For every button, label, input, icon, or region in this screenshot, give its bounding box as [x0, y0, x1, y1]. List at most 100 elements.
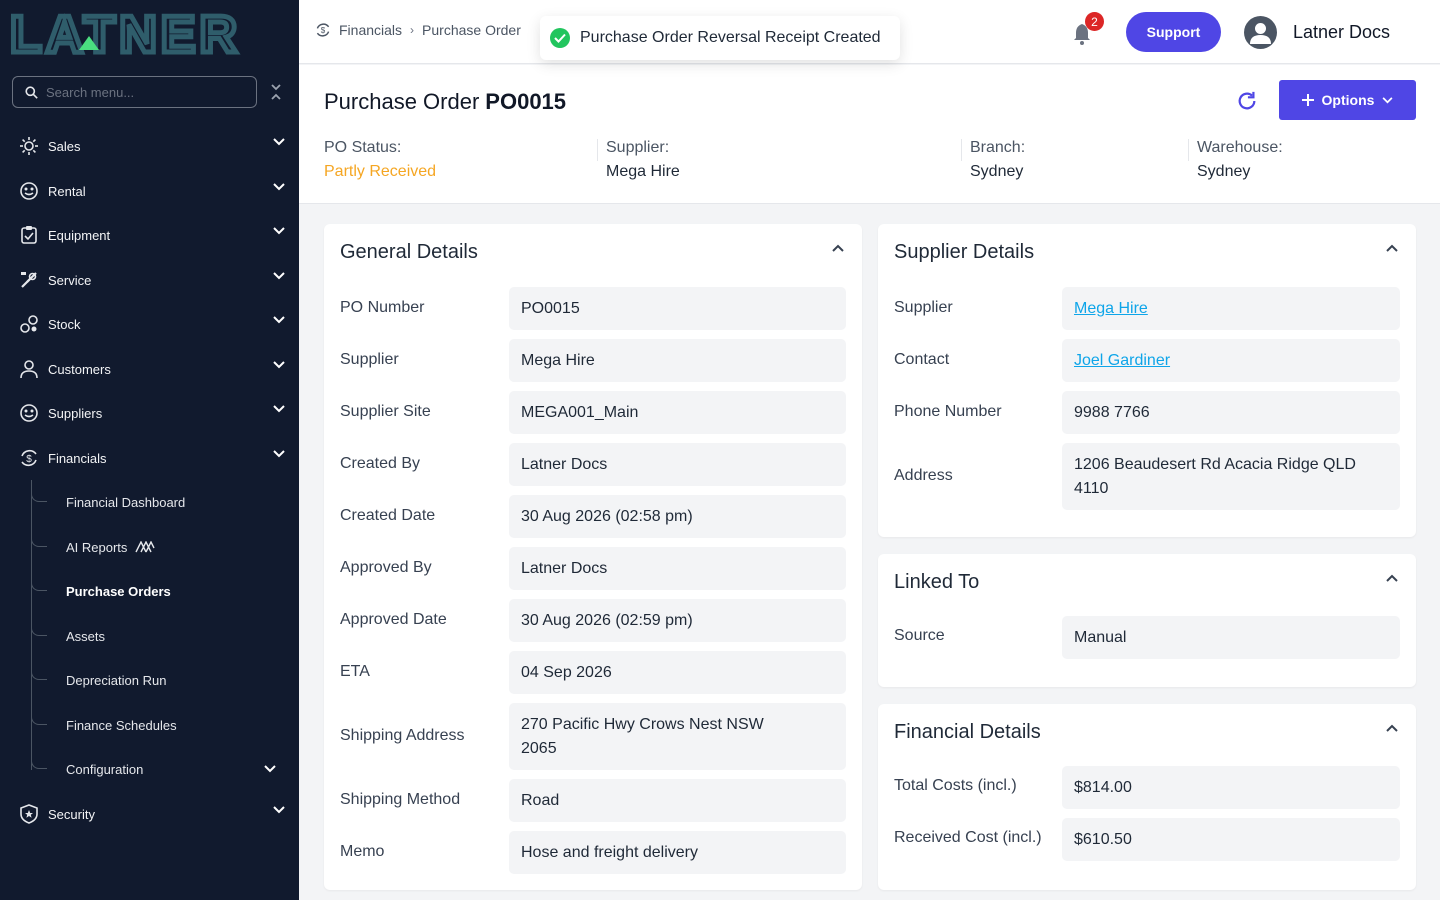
support-button[interactable]: Support: [1126, 12, 1221, 52]
field-label: Supplier Site: [340, 403, 431, 420]
refresh-icon[interactable]: [1236, 90, 1258, 112]
chevron-down-icon: [273, 450, 285, 458]
supplier-field: Supplier: Mega Hire: [606, 139, 680, 181]
sidebar-item-label: Security: [48, 806, 95, 822]
sidebar-item-customers[interactable]: Customers: [0, 349, 299, 389]
sidebar-item-label: Suppliers: [48, 405, 103, 421]
approved-by-value: Latner Docs: [509, 547, 846, 590]
field-label: Branch:: [970, 139, 1026, 156]
chevron-down-icon: [273, 183, 285, 191]
chevron-down-icon: [273, 227, 285, 235]
supplier-site-value: MEGA001_Main: [509, 391, 846, 434]
sidebar-sub-finance-schedules[interactable]: Finance Schedules: [66, 715, 177, 735]
avatar[interactable]: [1244, 16, 1277, 49]
contact-link[interactable]: Joel Gardiner: [1074, 349, 1170, 373]
po-header: Purchase Order PO0015 Options PO Status: …: [299, 65, 1440, 204]
sidebar-sub-configuration[interactable]: Configuration: [66, 759, 276, 779]
created-by-value: Latner Docs: [509, 443, 846, 486]
logo-text: LATNER: [10, 8, 241, 56]
sidebar-item-label: Rental: [48, 183, 86, 199]
chevron-right-icon: ›: [410, 23, 415, 37]
shield-icon: [18, 803, 40, 825]
rental-icon: [18, 180, 40, 202]
financials-icon: $: [18, 447, 40, 469]
sidebar-sub-depreciation-run[interactable]: Depreciation Run: [66, 670, 166, 690]
search-icon: [25, 85, 38, 99]
supplier-value: Mega Hire: [509, 339, 846, 382]
sidebar-sub-financial-dashboard[interactable]: Financial Dashboard: [66, 492, 185, 512]
sidebar-sub-label: AI Reports: [66, 539, 128, 555]
search-input[interactable]: [46, 84, 236, 100]
field-label: Created Date: [340, 507, 436, 524]
address-value: 1206 Beaudesert Rd Acacia Ridge QLD 4110: [1062, 443, 1400, 510]
breadcrumb-purchase-order[interactable]: Purchase Order: [422, 22, 521, 38]
page-title: Purchase Order PO0015: [324, 89, 566, 115]
field-label: Contact: [894, 351, 950, 368]
options-button[interactable]: Options: [1279, 80, 1416, 120]
phone-number-value: 9988 7766: [1062, 391, 1400, 434]
chevron-down-icon: [273, 361, 285, 369]
sidebar-item-stock[interactable]: Stock: [0, 304, 299, 344]
divider: [961, 139, 962, 161]
field-label: Shipping Address: [340, 727, 465, 744]
field-label: Shipping Method: [340, 791, 461, 808]
sidebar-sub-ai-reports[interactable]: AI Reports: [66, 537, 156, 557]
shipping-address-value: 270 Pacific Hwy Crows Nest NSW 2065: [509, 703, 846, 770]
sidebar-item-label: Service: [48, 272, 92, 288]
chevron-down-icon: [273, 138, 285, 146]
field-label: Supplier:: [606, 139, 670, 156]
sidebar-item-sales[interactable]: Sales: [0, 126, 299, 166]
created-date-value: 30 Aug 2026 (02:58 pm): [509, 495, 846, 538]
top-bar: $ Financials › Purchase Order Purchase O…: [299, 0, 1440, 64]
chevron-down-icon: [273, 272, 285, 280]
sidebar-item-suppliers[interactable]: Suppliers: [0, 393, 299, 433]
shipping-method-value: Road: [509, 779, 846, 822]
sidebar-sub-purchase-orders[interactable]: Purchase Orders: [66, 581, 171, 601]
field-label: ETA: [340, 663, 370, 680]
po-number-value: PO0015: [509, 287, 846, 330]
breadcrumb-financials[interactable]: Financials: [339, 22, 402, 38]
supplier-details-card: Supplier Details Supplier Mega Hire Cont…: [878, 224, 1416, 537]
warehouse-value: Sydney: [1197, 163, 1251, 180]
branch-field: Branch: Sydney: [970, 139, 1025, 181]
user-name[interactable]: Latner Docs: [1293, 22, 1390, 43]
collapse-sidebar-icon[interactable]: [266, 80, 286, 104]
field-label: Supplier: [340, 351, 399, 368]
supplier-link[interactable]: Mega Hire: [1074, 297, 1148, 321]
success-toast: Purchase Order Reversal Receipt Created: [540, 16, 900, 60]
chevron-up-icon[interactable]: [1386, 244, 1398, 252]
chevron-up-icon[interactable]: [1386, 724, 1398, 732]
latner-logo[interactable]: LATNER: [10, 8, 280, 56]
financial-details-card: Financial Details Total Costs (incl.) $8…: [878, 704, 1416, 890]
notification-badge: 2: [1085, 12, 1104, 31]
chevron-up-icon[interactable]: [832, 244, 844, 252]
sidebar-item-label: Equipment: [48, 227, 111, 243]
svg-text:$: $: [321, 26, 326, 35]
field-label: Approved Date: [340, 611, 447, 628]
page-title-label: Purchase Order: [324, 89, 480, 114]
tree-branch: [31, 757, 47, 769]
received-cost-value: $610.50: [1062, 818, 1400, 861]
sidebar-item-financials[interactable]: $ Financials: [0, 438, 299, 478]
divider: [1188, 139, 1189, 161]
chevron-down-icon: [273, 316, 285, 324]
sidebar-item-equipment[interactable]: Equipment: [0, 215, 299, 255]
field-label: Address: [894, 467, 953, 484]
sidebar-item-service[interactable]: Service: [0, 260, 299, 300]
branch-value: Sydney: [970, 163, 1024, 180]
sidebar-sub-assets[interactable]: Assets: [66, 626, 105, 646]
sidebar-item-security[interactable]: Security: [0, 794, 299, 834]
memo-value: Hose and freight delivery: [509, 831, 846, 874]
sidebar-item-rental[interactable]: Rental: [0, 171, 299, 211]
eta-value: 04 Sep 2026: [509, 651, 846, 694]
tree-branch: [31, 535, 47, 547]
chevron-down-icon: [273, 405, 285, 413]
chevron-down-icon: [1382, 96, 1393, 103]
card-title: Supplier Details: [894, 241, 1035, 263]
breadcrumb: $ Financials › Purchase Order: [315, 22, 521, 38]
field-label: Total Costs (incl.): [894, 777, 1017, 794]
sidebar-search[interactable]: [12, 76, 257, 108]
chevron-up-icon[interactable]: [1386, 574, 1398, 582]
field-label: Approved By: [340, 559, 432, 576]
field-label: Received Cost (incl.): [894, 829, 1042, 846]
